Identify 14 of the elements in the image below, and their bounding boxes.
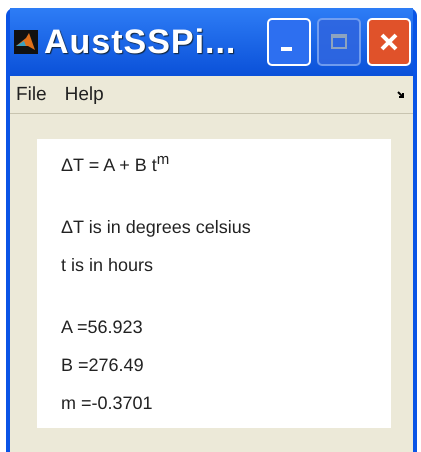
menu-item[interactable]: Help [64,84,104,106]
menu-item[interactable]: File [16,84,47,106]
close-button[interactable] [367,18,411,66]
app-logo-icon [14,30,38,54]
formula-text: ΔT = A + B t$^{m}$ [61,150,170,177]
parameter-text: A =56.923 [61,316,144,339]
dock-arrow-icon[interactable] [397,90,407,100]
minimize-icon [280,47,292,51]
units-text: t is in hours [61,254,154,277]
minimize-button[interactable] [267,18,311,66]
units-text: ΔT is in degrees celsius [61,216,252,239]
parameter-text: m =-0.3701 [61,392,154,415]
parameter-text: B =276.49 [61,354,145,377]
window-title: AustSSPi... [44,22,238,62]
